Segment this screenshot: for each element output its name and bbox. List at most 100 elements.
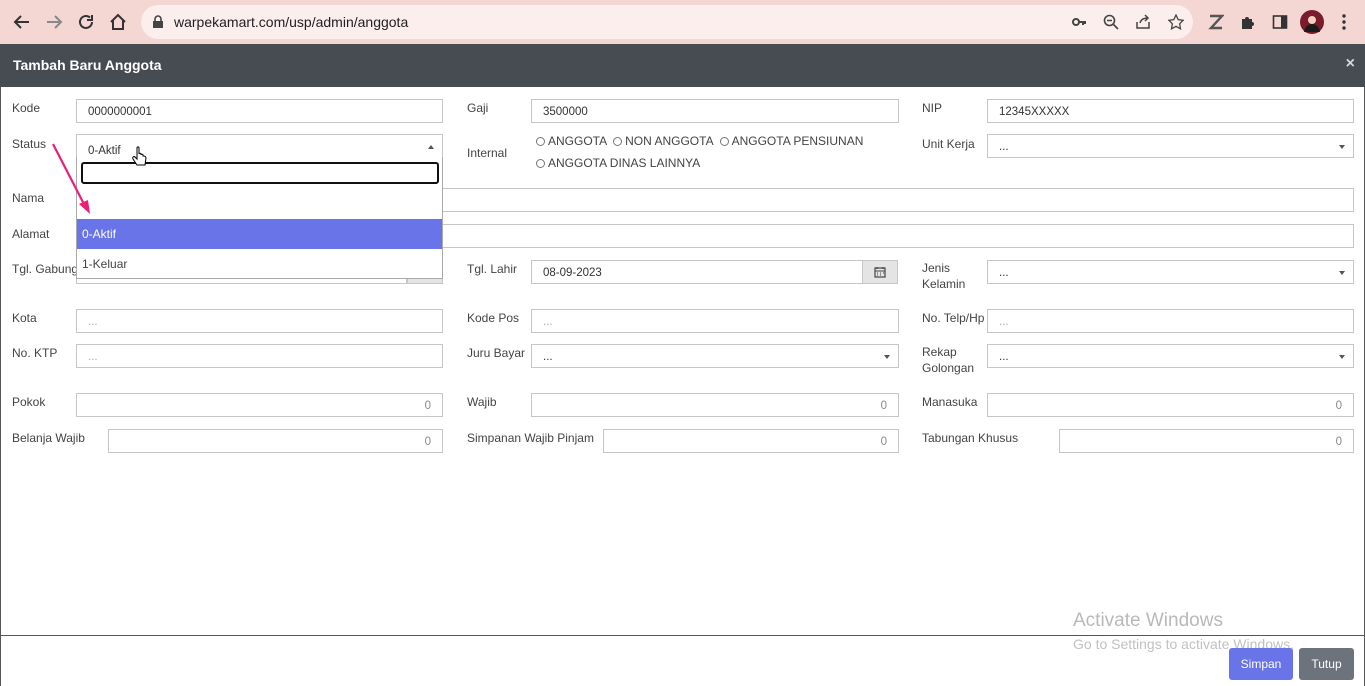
close-icon[interactable]: × — [1346, 55, 1355, 73]
jenis-kelamin-label-line1: Jenis — [922, 261, 951, 275]
lock-icon[interactable] — [149, 13, 167, 31]
browser-toolbar: warpekamart.com/usp/admin/anggota — [0, 0, 1365, 44]
back-arrow-icon[interactable] — [10, 10, 34, 34]
no-ktp-placeholder: ... — [88, 351, 98, 363]
modal-header: Tambah Baru Anggota × — [0, 44, 1365, 87]
radio-label: ANGGOTA — [548, 134, 608, 148]
share-icon[interactable] — [1134, 13, 1152, 31]
belanja-wajib-input[interactable]: 0 — [108, 429, 443, 453]
radio-circle-icon[interactable] — [536, 158, 545, 168]
zoom-icon[interactable] — [1102, 13, 1120, 31]
kode-pos-input[interactable]: ... — [531, 309, 899, 333]
radio-label: NON ANGGOTA — [625, 134, 714, 148]
radio-circle-icon[interactable] — [719, 136, 729, 146]
kode-pos-placeholder: ... — [543, 316, 553, 328]
rekap-golongan-value: ... — [999, 351, 1009, 363]
simpan-button[interactable]: Simpan — [1229, 648, 1293, 680]
no-ktp-input[interactable]: ... — [76, 344, 443, 368]
calendar-icon — [874, 267, 886, 278]
unit-kerja-label: Unit Kerja — [922, 137, 975, 151]
no-telp-input[interactable]: ... — [987, 309, 1354, 333]
simpanan-wajib-pinjam-label: Simpanan Wajib Pinjam — [467, 431, 594, 445]
no-ktp-label: No. KTP — [12, 346, 58, 360]
caret-down-icon — [1339, 145, 1345, 149]
tabungan-khusus-input[interactable]: 0 — [1059, 429, 1354, 453]
caret-down-icon — [1339, 355, 1345, 359]
status-label: Status — [12, 137, 47, 151]
jenis-kelamin-value: ... — [999, 267, 1009, 279]
caret-down-icon — [1339, 271, 1345, 275]
nip-input[interactable]: 12345XXXXX — [987, 99, 1354, 123]
tgl-gabung-label: Tgl. Gabung — [12, 262, 79, 276]
simpanan-wajib-pinjam-input[interactable]: 0 — [603, 429, 899, 453]
radio-non-anggota[interactable]: NON ANGGOTA — [613, 134, 714, 148]
rekap-golongan-select[interactable]: ... — [987, 344, 1354, 368]
hand-cursor-icon — [132, 146, 147, 166]
radio-anggota-dinas-lainnya[interactable]: ANGGOTA DINAS LAINNYA — [536, 156, 700, 170]
unit-kerja-value: ... — [999, 141, 1009, 153]
modal-footer — [0, 635, 1365, 686]
jenis-kelamin-label-line2: Kelamin — [922, 277, 966, 291]
juru-bayar-value: ... — [543, 351, 553, 363]
forward-arrow-icon[interactable] — [42, 10, 66, 34]
manasuka-label: Manasuka — [922, 395, 978, 409]
no-telp-placeholder: ... — [999, 316, 1009, 328]
kode-input[interactable]: 0000000001 — [76, 99, 443, 123]
puzzle-icon[interactable] — [1237, 11, 1259, 33]
kota-input[interactable]: ... — [76, 309, 443, 333]
modal-title: Tambah Baru Anggota — [13, 57, 162, 73]
profile-avatar[interactable] — [1300, 10, 1324, 34]
radio-label: ANGGOTA PENSIUNAN — [731, 134, 864, 148]
radio-circle-icon[interactable] — [613, 136, 623, 146]
tgl-lahir-calendar-button[interactable] — [862, 260, 898, 284]
pokok-label: Pokok — [12, 395, 46, 409]
radio-circle-icon[interactable] — [536, 136, 545, 146]
internal-label: Internal — [467, 146, 508, 160]
nip-label: NIP — [922, 101, 943, 115]
tutup-button[interactable]: Tutup — [1299, 648, 1354, 680]
annotation-arrow-icon — [52, 143, 90, 214]
rekap-golongan-label-line1: Rekap — [922, 345, 957, 359]
radio-anggota-pensiunan[interactable]: ANGGOTA PENSIUNAN — [719, 134, 864, 148]
dropdown-option-keluar[interactable]: 1-Keluar — [77, 249, 442, 279]
kode-label: Kode — [12, 101, 41, 115]
unit-kerja-select[interactable]: ... — [987, 134, 1354, 158]
status-dropdown: 0-Aktif 1-Keluar — [76, 157, 443, 279]
jenis-kelamin-select[interactable]: ... — [987, 260, 1354, 284]
alamat-label: Alamat — [12, 227, 50, 241]
juru-bayar-select[interactable]: ... — [531, 344, 899, 368]
internal-radio-group-row1: ANGGOTA NON ANGGOTA ANGGOTA PENSIUNAN — [536, 134, 869, 148]
kota-label: Kota — [12, 311, 37, 325]
kode-pos-label: Kode Pos — [467, 311, 520, 325]
z-extension-icon[interactable] — [1205, 11, 1227, 33]
rekap-golongan-label: Rekap Golongan — [922, 344, 974, 376]
tgl-lahir-label: Tgl. Lahir — [467, 262, 518, 276]
activate-windows-title: Activate Windows — [1073, 610, 1223, 631]
caret-up-icon — [428, 145, 434, 149]
radio-label: ANGGOTA DINAS LAINNYA — [548, 156, 701, 170]
pokok-input[interactable]: 0 — [76, 393, 443, 417]
kebab-menu-icon[interactable] — [1333, 11, 1355, 33]
radio-anggota[interactable]: ANGGOTA — [536, 134, 607, 148]
manasuka-input[interactable]: 0 — [987, 393, 1354, 417]
jenis-kelamin-label: Jenis Kelamin — [922, 260, 965, 292]
rekap-golongan-label-line2: Golongan — [922, 361, 975, 375]
tgl-lahir-input[interactable]: 08-09-2023 — [531, 260, 863, 284]
tabungan-khusus-label: Tabungan Khusus — [922, 431, 1019, 445]
wajib-label: Wajib — [467, 395, 497, 409]
address-bar[interactable]: warpekamart.com/usp/admin/anggota — [141, 5, 1193, 39]
url-text[interactable]: warpekamart.com/usp/admin/anggota — [174, 14, 408, 30]
kota-placeholder: ... — [88, 316, 98, 328]
no-telp-label: No. Telp/Hp — [922, 311, 985, 325]
key-icon[interactable] — [1070, 13, 1088, 31]
star-icon[interactable] — [1167, 13, 1185, 31]
sidebar-icon[interactable] — [1269, 11, 1291, 33]
reload-icon[interactable] — [74, 10, 98, 34]
home-icon[interactable] — [106, 10, 130, 34]
gaji-input[interactable]: 3500000 — [531, 99, 899, 123]
internal-radio-group-row2: ANGGOTA DINAS LAINNYA — [536, 156, 706, 170]
caret-down-icon — [884, 355, 890, 359]
wajib-input[interactable]: 0 — [531, 393, 899, 417]
gaji-label: Gaji — [467, 101, 489, 115]
dropdown-option-aktif[interactable]: 0-Aktif — [77, 219, 442, 249]
